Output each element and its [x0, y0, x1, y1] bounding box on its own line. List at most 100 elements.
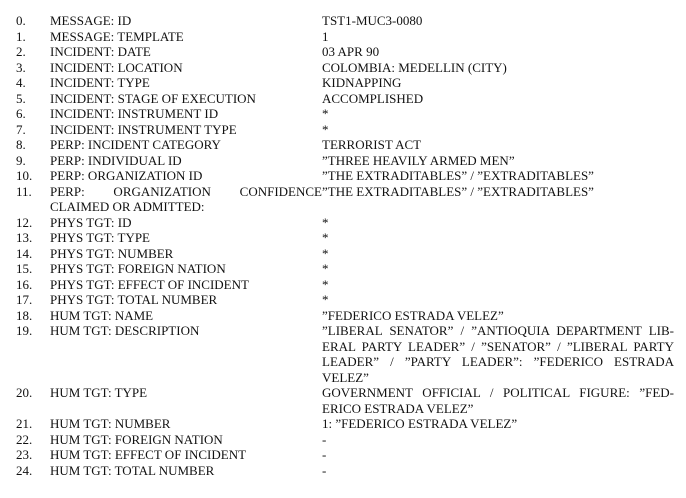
template-row: 8. PERP: INCIDENT CATEGORY TERRORIST ACT — [0, 137, 686, 153]
template-row: 11. PERP: ORGANIZATION CONFIDENCE CLAIMED… — [0, 184, 686, 215]
slot-value: KIDNAPPING — [322, 75, 402, 90]
template-document: 0. MESSAGE: ID TST1-MUC3-0080 1. MESSAGE: TE… — [0, 0, 686, 498]
row-number: 5. — [16, 90, 26, 106]
slot-value: ACCOMPLISHED — [322, 90, 424, 106]
slot-label: INCIDENT: INSTRUMENT ID — [50, 106, 219, 121]
slot-value: ”THREE HEAVILY ARMED MEN” — [322, 152, 515, 168]
row-number: 15. — [16, 261, 33, 276]
template-row: 13. PHYS TGT: TYPE * — [0, 230, 686, 246]
slot-label: INCIDENT: TYPE — [50, 75, 150, 90]
template-row: 16. PHYS TGT: EFFECT OF INCIDENT * — [0, 277, 686, 293]
slot-label: PHYS TGT: TOTAL NUMBER — [50, 292, 218, 307]
slot-label: HUM TGT: EFFECT OF INCIDENT — [50, 447, 247, 462]
row-number: 18. — [16, 307, 33, 323]
row-number: 19. — [16, 323, 33, 338]
template-row: 4. INCIDENT: TYPE KIDNAPPING — [0, 75, 686, 91]
row-number: 8. — [16, 137, 26, 152]
template-row: 9. PERP: INDIVIDUAL ID ”THREE HEAVILY ARME… — [0, 153, 686, 169]
slot-value: GOVERNMENT OFFICIAL / POLITICAL FIGURE: … — [322, 385, 674, 416]
slot-value: * — [322, 106, 329, 121]
row-number: 2. — [16, 44, 26, 59]
row-number: 21. — [16, 416, 33, 431]
row-number: 17. — [16, 292, 33, 307]
template-row: 12. PHYS TGT: ID * — [0, 215, 686, 231]
slot-label: PERP: INDIVIDUAL ID — [50, 152, 182, 168]
slot-value: * — [322, 121, 329, 137]
template-row: 21. HUM TGT: NUMBER 1: ”FEDERICO ESTRADA V… — [0, 416, 686, 432]
row-number: 0. — [16, 13, 26, 28]
slot-label: PHYS TGT: NUMBER — [50, 245, 174, 261]
row-number: 3. — [16, 59, 26, 75]
slot-label: PHYS TGT: FOREIGN NATION — [50, 261, 226, 276]
slot-label: PERP: INCIDENT CATEGORY — [50, 137, 221, 152]
slot-value: * — [322, 245, 329, 261]
row-number: 23. — [16, 447, 33, 462]
row-number: 22. — [16, 431, 33, 447]
slot-value: TERRORIST ACT — [322, 137, 422, 152]
row-number: 9. — [16, 152, 26, 168]
slot-value: * — [322, 230, 329, 245]
template-row: 22. HUM TGT: FOREIGN NATION - — [0, 432, 686, 448]
slot-value: - — [322, 462, 327, 478]
template-row: 19. HUM TGT: DESCRIPTION ”LIBERAL SENATOR”… — [0, 323, 686, 385]
template-row: 1. MESSAGE: TEMPLATE 1 — [0, 29, 686, 45]
slot-label: HUM TGT: TYPE — [50, 385, 148, 400]
slot-label: HUM TGT: FOREIGN NATION — [50, 431, 223, 447]
template-row: 24. HUM TGT: TOTAL NUMBER - — [0, 463, 686, 479]
slot-value: COLOMBIA: MEDELLIN (CITY) — [322, 59, 507, 75]
template-row: 23. HUM TGT: EFFECT OF INCIDENT - — [0, 447, 686, 463]
row-number: 24. — [16, 462, 33, 478]
slot-value: 1 — [322, 28, 329, 44]
slot-label: PERP: ORGANIZATION CONFIDENCE CLAIMED OR… — [50, 183, 322, 215]
slot-value: 1: ”FEDERICO ESTRADA VELEZ” — [322, 416, 518, 431]
slot-value: * — [322, 276, 329, 292]
template-row: 7. INCIDENT: INSTRUMENT TYPE * — [0, 122, 686, 138]
slot-label: HUM TGT: NAME — [50, 307, 154, 323]
template-row: 3. INCIDENT: LOCATION COLOMBIA: MEDELLIN (… — [0, 60, 686, 76]
slot-label: PHYS TGT: TYPE — [50, 230, 151, 245]
slot-value: - — [322, 431, 327, 447]
template-row: 14. PHYS TGT: NUMBER * — [0, 246, 686, 262]
template-row: 15. PHYS TGT: FOREIGN NATION * — [0, 261, 686, 277]
slot-label: HUM TGT: DESCRIPTION — [50, 323, 200, 338]
row-number: 16. — [16, 276, 33, 292]
template-row: 0. MESSAGE: ID TST1-MUC3-0080 — [0, 13, 686, 29]
slot-value: - — [322, 447, 327, 462]
row-number: 11. — [16, 183, 32, 199]
template-row: 2. INCIDENT: DATE 03 APR 90 — [0, 44, 686, 60]
template-row: 5. INCIDENT: STAGE OF EXECUTION ACCOMPLISH… — [0, 91, 686, 107]
slot-value: * — [322, 214, 329, 230]
template-row: 10. PERP: ORGANIZATION ID ”THE EXTRADITABL… — [0, 168, 686, 184]
slot-value: ”FEDERICO ESTRADA VELEZ” — [322, 307, 504, 323]
slot-value: 03 APR 90 — [322, 44, 380, 59]
slot-label: INCIDENT: STAGE OF EXECUTION — [50, 90, 256, 106]
row-number: 14. — [16, 245, 33, 261]
template-row: 18. HUM TGT: NAME ”FEDERICO ESTRADA VELEZ” — [0, 308, 686, 324]
template-row: 6. INCIDENT: INSTRUMENT ID * — [0, 106, 686, 122]
slot-value: TST1-MUC3-0080 — [322, 13, 423, 28]
slot-label: HUM TGT: TOTAL NUMBER — [50, 462, 215, 478]
template-row: 17. PHYS TGT: TOTAL NUMBER * — [0, 292, 686, 308]
slot-value: * — [322, 292, 329, 307]
row-number: 1. — [16, 28, 26, 44]
slot-label: MESSAGE: ID — [50, 13, 132, 28]
slot-value: ”THE EXTRADITABLES” / ”EXTRADITABLES” — [322, 168, 594, 183]
row-number: 4. — [16, 75, 26, 90]
row-number: 10. — [16, 168, 33, 183]
slot-label: PHYS TGT: ID — [50, 214, 132, 230]
slot-label: MESSAGE: TEMPLATE — [50, 28, 184, 44]
row-number: 13. — [16, 230, 33, 245]
slot-label: INCIDENT: LOCATION — [50, 59, 183, 75]
slot-label: PHYS TGT: EFFECT OF INCIDENT — [50, 276, 249, 292]
row-number: 20. — [16, 385, 33, 400]
slot-label: INCIDENT: INSTRUMENT TYPE — [50, 121, 237, 137]
slot-value: * — [322, 261, 329, 276]
row-number: 12. — [16, 214, 33, 230]
slot-value: ”LIBERAL SENATOR” / ”ANTIOQUIA DEPARTMEN… — [322, 323, 674, 385]
template-rows: 0. MESSAGE: ID TST1-MUC3-0080 1. MESSAGE: TE… — [0, 13, 686, 478]
slot-label: HUM TGT: NUMBER — [50, 416, 171, 431]
slot-value: ”THE EXTRADITABLES” / ”EXTRADITABLES” — [322, 183, 594, 199]
slot-label: INCIDENT: DATE — [50, 44, 151, 59]
template-row: 20. HUM TGT: TYPE GOVERNMENT OFFICIAL / PO… — [0, 385, 686, 416]
row-number: 6. — [16, 106, 26, 121]
